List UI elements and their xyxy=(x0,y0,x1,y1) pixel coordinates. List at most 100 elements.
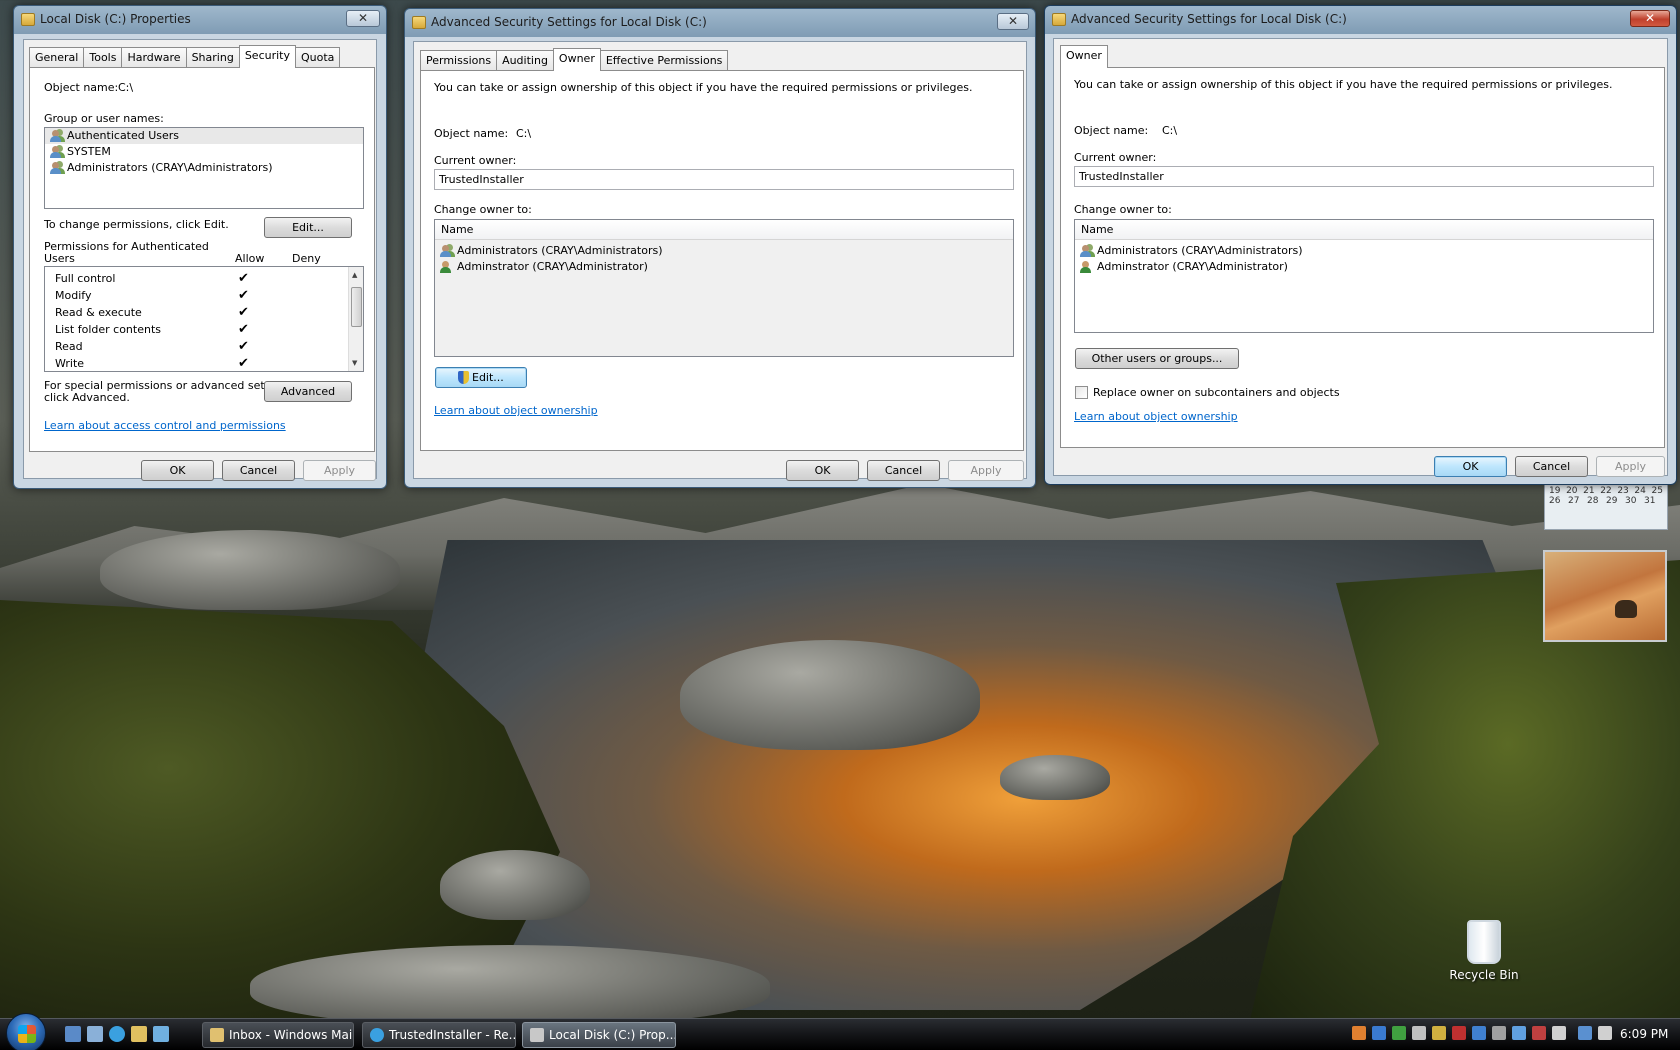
calendar-day: 24 xyxy=(1634,486,1646,496)
tray-icon[interactable] xyxy=(1452,1026,1466,1040)
replace-owner-checkbox[interactable] xyxy=(1075,386,1088,399)
edit-button[interactable]: Edit... xyxy=(435,367,527,388)
cancel-button[interactable]: Cancel xyxy=(222,460,295,481)
windows-mail-icon[interactable] xyxy=(153,1026,169,1042)
permission-label: Read xyxy=(55,340,83,353)
tab-strip: Permissions Auditing Owner Effective Per… xyxy=(420,48,729,73)
close-button[interactable]: ✕ xyxy=(346,10,380,27)
calendar-day: 27 xyxy=(1568,496,1580,506)
slideshow-gadget[interactable] xyxy=(1543,550,1667,642)
edit-button[interactable]: Edit... xyxy=(264,217,352,238)
list-item[interactable]: Adminstrator (CRAY\Administrator) xyxy=(435,259,1013,275)
permissions-scrollbar[interactable]: ▲ ▼ xyxy=(348,267,363,371)
list-item[interactable]: Administrators (CRAY\Administrators) xyxy=(45,160,363,176)
oryx-image xyxy=(1615,600,1637,618)
ok-button[interactable]: OK xyxy=(786,460,859,481)
properties-window[interactable]: Local Disk (C:) Properties ✕ General Too… xyxy=(13,5,387,489)
permission-label: Modify xyxy=(55,289,92,302)
permission-label: Write xyxy=(55,357,85,370)
advanced-security-edit-window[interactable]: Advanced Security Settings for Local Dis… xyxy=(1044,5,1677,485)
tray-icon[interactable] xyxy=(1472,1026,1486,1040)
cancel-button[interactable]: Cancel xyxy=(1515,456,1588,477)
calendar-day: 25 xyxy=(1651,486,1663,496)
list-item[interactable]: SYSTEM xyxy=(45,144,363,160)
access-control-link[interactable]: Learn about access control and permissio… xyxy=(44,419,286,432)
calendar-day: 29 xyxy=(1606,496,1618,506)
tray-icon[interactable] xyxy=(1492,1026,1506,1040)
name-column-header[interactable]: Name xyxy=(1075,220,1653,240)
tray-icon[interactable] xyxy=(1552,1026,1566,1040)
current-owner-label: Current owner: xyxy=(434,154,517,167)
ok-button[interactable]: OK xyxy=(1434,456,1507,477)
volume-icon[interactable] xyxy=(1598,1026,1612,1040)
tray-icon[interactable] xyxy=(1372,1026,1386,1040)
object-name-value: C:\ xyxy=(1162,124,1178,137)
scroll-up-icon[interactable]: ▲ xyxy=(352,271,357,279)
other-users-button[interactable]: Other users or groups... xyxy=(1075,348,1239,369)
user-group-icon xyxy=(50,130,63,142)
permission-label: Full control xyxy=(55,272,116,285)
tray-icon[interactable] xyxy=(1392,1026,1406,1040)
taskbar-button-local-disk-properties[interactable]: Local Disk (C:) Prop... xyxy=(522,1022,676,1048)
wallpaper-rock xyxy=(440,850,590,920)
tab-owner[interactable]: Owner xyxy=(1060,45,1108,68)
tray-icon[interactable] xyxy=(1412,1026,1426,1040)
permissions-list[interactable]: Full control ✔ Modify ✔ Read & execute ✔ Li… xyxy=(44,266,364,372)
change-owner-label: Change owner to: xyxy=(434,203,532,216)
ok-button[interactable]: OK xyxy=(141,460,214,481)
calendar-day: 31 xyxy=(1644,496,1656,506)
apply-button[interactable]: Apply xyxy=(1596,456,1665,477)
group-names-list[interactable]: Authenticated Users SYSTEM Administrator… xyxy=(44,127,364,209)
object-ownership-link[interactable]: Learn about object ownership xyxy=(434,404,598,417)
object-ownership-link[interactable]: Learn about object ownership xyxy=(1074,410,1238,423)
recycle-bin-shortcut[interactable]: Recycle Bin xyxy=(1440,920,1528,982)
current-owner-field: TrustedInstaller xyxy=(1074,166,1654,187)
windows-explorer-icon[interactable] xyxy=(131,1026,147,1042)
show-desktop-icon[interactable] xyxy=(65,1026,81,1042)
taskbar-button-internet-explorer[interactable]: TrustedInstaller - Re... xyxy=(362,1022,516,1048)
calendar-day: 19 xyxy=(1549,486,1561,496)
tray-icon[interactable] xyxy=(1512,1026,1526,1040)
tab-owner[interactable]: Owner xyxy=(552,48,601,71)
object-name-label: Object name: xyxy=(434,127,509,140)
advanced-security-window[interactable]: Advanced Security Settings for Local Dis… xyxy=(404,8,1036,488)
close-button[interactable]: ✕ xyxy=(997,13,1029,30)
list-item[interactable]: Administrators (CRAY\Administrators) xyxy=(1075,243,1653,259)
list-item-label: Adminstrator (CRAY\Administrator) xyxy=(1097,260,1288,273)
list-item[interactable]: Adminstrator (CRAY\Administrator) xyxy=(1075,259,1653,275)
change-owner-list[interactable]: Name Administrators (CRAY\Administrators… xyxy=(434,219,1014,357)
tray-icon[interactable] xyxy=(1352,1026,1366,1040)
recycle-bin-icon xyxy=(1467,920,1501,964)
name-column-header[interactable]: Name xyxy=(435,220,1013,240)
network-icon[interactable] xyxy=(1578,1026,1592,1040)
list-item[interactable]: Administrators (CRAY\Administrators) xyxy=(435,243,1013,259)
scroll-thumb[interactable] xyxy=(351,287,362,327)
internet-explorer-icon[interactable] xyxy=(109,1026,125,1042)
change-owner-list[interactable]: Name Administrators (CRAY\Administrators… xyxy=(1074,219,1654,333)
tray-icon[interactable] xyxy=(1532,1026,1546,1040)
object-name-value: C:\ xyxy=(516,127,532,140)
advanced-button[interactable]: Advanced xyxy=(264,381,352,402)
permission-row: Full control ✔ xyxy=(45,270,363,287)
apply-button[interactable]: Apply xyxy=(948,460,1024,481)
object-name-label: Object name: xyxy=(44,81,119,94)
permission-row: Write ✔ xyxy=(45,355,363,371)
apply-button[interactable]: Apply xyxy=(303,460,376,481)
user-icon xyxy=(1080,261,1093,273)
deny-column-header: Deny xyxy=(292,252,321,265)
calendar-row: 26 27 28 29 30 31 xyxy=(1549,496,1663,506)
list-item-label: Authenticated Users xyxy=(67,129,180,142)
list-item[interactable]: Authenticated Users xyxy=(45,128,363,144)
scroll-down-icon[interactable]: ▼ xyxy=(352,359,357,367)
tab-security[interactable]: Security xyxy=(238,45,296,68)
replace-owner-label[interactable]: Replace owner on subcontainers and objec… xyxy=(1093,386,1340,399)
tray-icon[interactable] xyxy=(1432,1026,1446,1040)
start-button[interactable] xyxy=(6,1013,46,1050)
switch-windows-icon[interactable] xyxy=(87,1026,103,1042)
taskbar-clock[interactable]: 6:09 PM xyxy=(1620,1027,1668,1041)
close-button[interactable]: ✕ xyxy=(1630,10,1670,27)
user-group-icon xyxy=(50,162,63,174)
cancel-button[interactable]: Cancel xyxy=(867,460,940,481)
calendar-gadget[interactable]: 19 20 21 22 23 24 25 26 27 28 29 30 31 xyxy=(1544,482,1668,530)
taskbar-button-windows-mail[interactable]: Inbox - Windows Mail xyxy=(202,1022,354,1048)
